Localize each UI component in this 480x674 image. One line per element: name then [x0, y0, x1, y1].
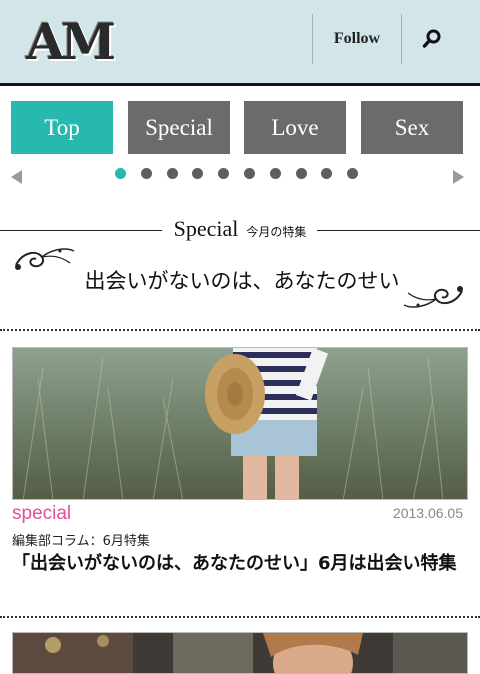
- site-logo[interactable]: AM: [26, 14, 142, 70]
- article-thumbnail[interactable]: [12, 347, 468, 500]
- prev-arrow-icon[interactable]: [11, 170, 23, 184]
- carousel-dot[interactable]: [244, 168, 255, 179]
- flourish-right-icon: [403, 286, 463, 308]
- article-photo: [13, 348, 467, 499]
- special-title-jp: 今月の特集: [246, 225, 307, 239]
- next-article-thumbnail[interactable]: [12, 632, 468, 674]
- article-title[interactable]: 「出会いがないのは、あなたのせい」6月は出会い特集: [12, 550, 468, 606]
- follow-button[interactable]: Follow: [313, 16, 401, 62]
- next-article-photo: [13, 633, 467, 673]
- special-title-en: Special: [173, 216, 239, 241]
- carousel-dot[interactable]: [218, 168, 230, 179]
- carousel-dot[interactable]: [321, 168, 333, 179]
- carousel-dot[interactable]: [166, 168, 178, 179]
- carousel-dot[interactable]: [347, 168, 359, 179]
- special-title: Special 今月の特集: [164, 216, 316, 244]
- section-divider: [0, 616, 480, 618]
- heading-rule: [0, 230, 162, 231]
- tab-sex[interactable]: Sex: [361, 101, 463, 154]
- site-header: AM Follow: [0, 0, 480, 86]
- tab-love[interactable]: Love: [244, 101, 346, 154]
- next-arrow-icon[interactable]: [452, 170, 464, 184]
- article-category[interactable]: special: [12, 503, 71, 527]
- special-section-heading: Special 今月の特集: [0, 214, 480, 246]
- tab-top[interactable]: Top: [11, 101, 113, 154]
- search-icon: [422, 29, 441, 48]
- category-tabs: Top Special Love Sex: [0, 101, 480, 155]
- search-button[interactable]: [402, 16, 462, 62]
- tab-special[interactable]: Special: [128, 101, 230, 154]
- special-banner[interactable]: 出会いがないのは、あなたのせい: [0, 243, 480, 315]
- article-date: 2013.06.05: [392, 505, 463, 521]
- section-divider: [0, 329, 480, 331]
- carousel-dot[interactable]: [295, 168, 307, 179]
- article-subtitle: 編集部コラム：6月特集: [12, 534, 150, 549]
- banner-headline: 出会いがないのは、あなたのせい: [84, 269, 400, 293]
- carousel-dot[interactable]: [140, 168, 152, 179]
- carousel-dot[interactable]: [115, 168, 126, 179]
- carousel-dot[interactable]: [192, 168, 204, 179]
- heading-rule: [317, 230, 480, 231]
- carousel-dot[interactable]: [269, 168, 281, 179]
